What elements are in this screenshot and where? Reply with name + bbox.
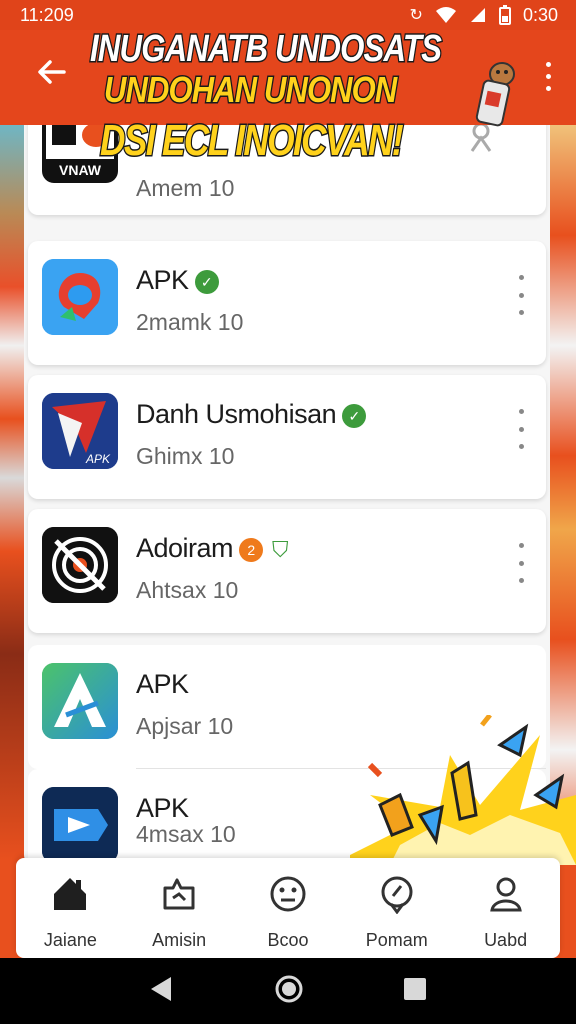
nav-label: Bcoo: [267, 930, 309, 950]
nav-label: Jaiane: [43, 930, 97, 950]
system-home-button[interactable]: [274, 974, 304, 1009]
app-title: APK: [136, 669, 189, 699]
app-title: APK: [136, 793, 189, 823]
banner-line-1: INUGANATB UNDOSATS: [89, 27, 443, 72]
circle-home-icon: [275, 975, 303, 1002]
app-subtitle: 4msax 10: [136, 821, 236, 847]
apps-icon: [157, 872, 201, 916]
home-icon: [48, 872, 92, 916]
banner-line-3: DSI ECL INOICVAN!: [99, 115, 405, 167]
app-subtitle: Apjsar 10: [136, 713, 234, 739]
more-vert-icon: [518, 409, 524, 414]
system-nav-bar: [0, 958, 576, 1024]
app-icon-apk-dark-blue: [42, 787, 118, 863]
promo-banner: INUGANATB UNDOSATS UNDOHAN UNONON DSI EC…: [89, 27, 480, 167]
app-title: APK ✓: [136, 265, 219, 296]
sync-icon: ↻: [409, 7, 423, 24]
nav-item-face[interactable]: Bcoo: [238, 872, 338, 951]
more-vert-icon: [545, 61, 551, 67]
app-subtitle: 2mamk 10: [136, 309, 244, 335]
app-icon-apk-green: [42, 663, 118, 739]
shield-icon: ⛉: [272, 536, 289, 562]
more-vert-icon: [518, 543, 524, 548]
app-title: Danh Usmohisan ✓: [136, 399, 367, 430]
nav-label: Pomam: [365, 930, 428, 950]
nav-item-apps[interactable]: Amisin: [129, 872, 229, 951]
arrow-left-icon: [38, 60, 66, 84]
bottom-navigation: Jaiane Amisin Bcoo Pomam Uabd: [16, 858, 560, 958]
mascot-icon: [475, 62, 515, 127]
app-subtitle: Amem 10: [136, 175, 235, 201]
item-more-button[interactable]: [514, 543, 528, 583]
notification-badge-icon: 2: [239, 537, 264, 562]
status-bar: 11:209 ↻ 0:30: [0, 0, 576, 30]
app-title: Adoiram 2 ⛉: [136, 533, 291, 564]
item-more-button[interactable]: [514, 275, 528, 315]
status-time: 11:209: [20, 4, 74, 25]
system-recents-button[interactable]: [403, 977, 427, 1006]
app-icon-target: [42, 527, 118, 603]
verified-badge-icon: ✓: [342, 403, 367, 428]
battery-time: 0:30: [522, 4, 558, 25]
nav-label: Uabd: [484, 930, 528, 950]
list-item[interactable]: APK Danh Usmohisan ✓ Ghimx 10: [28, 375, 546, 499]
wifi-icon: [435, 7, 456, 23]
verified-badge-icon: ✓: [194, 269, 219, 294]
list-item[interactable]: APK ✓ 2mamk 10: [28, 241, 546, 365]
face-icon: [266, 872, 310, 916]
app-subtitle: Ahtsax 10: [136, 577, 239, 603]
signal-icon: [470, 8, 485, 22]
back-button[interactable]: [34, 56, 70, 92]
app-icon-apk-star: APK: [42, 393, 118, 469]
system-back-button[interactable]: [149, 975, 175, 1008]
banner-line-2: UNDOHAN UNONON: [103, 68, 399, 111]
location-icon: [375, 872, 419, 916]
burst-decoration-icon: [350, 715, 576, 865]
person-icon: [484, 872, 528, 916]
nav-label: Amisin: [152, 930, 207, 950]
triangle-back-icon: [151, 976, 172, 1001]
square-recents-icon: [403, 977, 426, 1000]
list-item[interactable]: Adoiram 2 ⛉ Ahtsax 10: [28, 509, 546, 633]
more-options-button[interactable]: [538, 58, 558, 94]
item-more-button[interactable]: [514, 409, 528, 449]
app-icon-apk-blue: [42, 259, 118, 335]
battery-icon: [498, 5, 511, 25]
nav-item-home[interactable]: Jaiane: [20, 872, 120, 951]
more-vert-icon: [518, 275, 524, 280]
nav-item-profile[interactable]: Uabd: [456, 872, 556, 951]
app-subtitle: Ghimx 10: [136, 443, 235, 469]
status-icons: ↻ 0:30: [410, 5, 558, 26]
nav-item-location[interactable]: Pomam: [347, 872, 447, 951]
svg-text:APK: APK: [85, 452, 111, 466]
